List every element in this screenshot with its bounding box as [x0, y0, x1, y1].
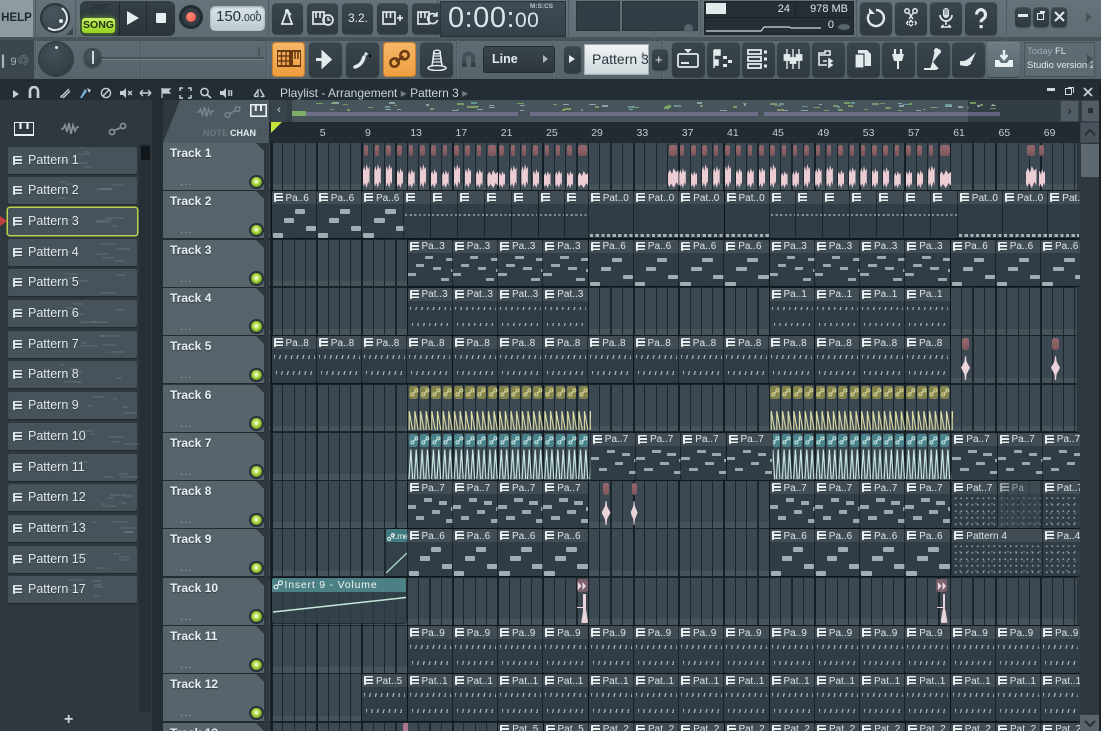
- svg-text:3.2.: 3.2.: [348, 11, 368, 25]
